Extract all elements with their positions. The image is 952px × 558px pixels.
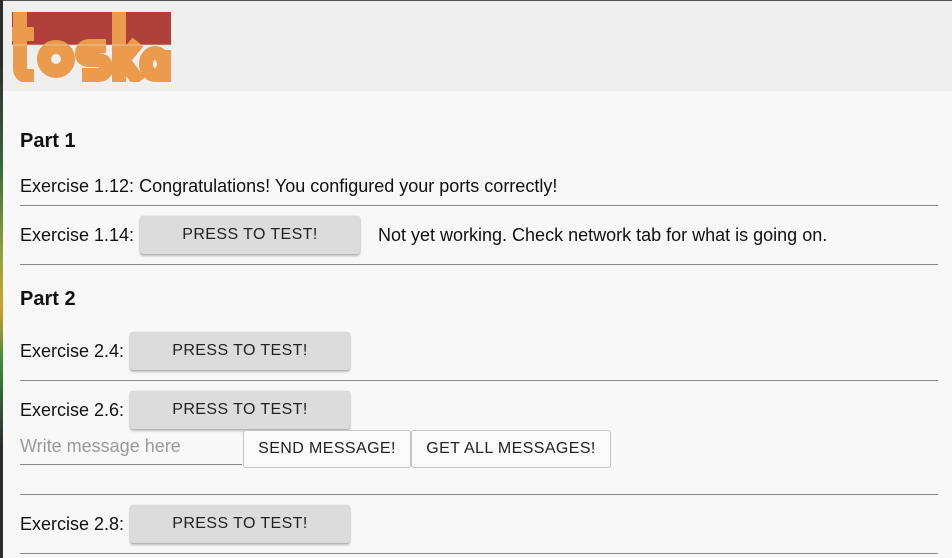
exercise-2-8-test-button[interactable]: PRESS TO TEST! (130, 505, 350, 543)
exercise-1-12-status: Congratulations! You configured your por… (139, 176, 558, 196)
toska-logo[interactable]: toska (12, 12, 171, 82)
exercise-2-8-label: Exercise 2.8: (20, 514, 125, 534)
divider (20, 553, 938, 554)
exercise-2-6-test-button[interactable]: PRESS TO TEST! (130, 391, 350, 429)
divider (20, 494, 938, 495)
exercise-2-4-label: Exercise 2.4: (20, 341, 125, 361)
exercise-1-12-label: Exercise 1.12: (20, 176, 135, 196)
exercise-1-14-test-button[interactable]: PRESS TO TEST! (140, 216, 360, 254)
part1-title: Part 1 (20, 130, 76, 152)
divider (20, 380, 938, 381)
divider (20, 205, 938, 206)
get-all-messages-button[interactable]: GET ALL MESSAGES! (411, 430, 611, 468)
app-window: toska (0, 0, 952, 558)
exercise-2-4-test-button[interactable]: PRESS TO TEST! (130, 332, 350, 370)
message-input[interactable] (20, 428, 242, 465)
exercise-1-12-row: Exercise 1.12: Congratulations! You conf… (20, 176, 557, 197)
exercise-1-14-label: Exercise 1.14: (20, 225, 135, 245)
exercise-1-14-status: Not yet working. Check network tab for w… (378, 225, 828, 245)
part2-title: Part 2 (20, 288, 76, 310)
header-bar: toska (3, 0, 952, 91)
send-message-button[interactable]: SEND MESSAGE! (243, 430, 411, 468)
exercise-2-6-label: Exercise 2.6: (20, 400, 125, 420)
divider (20, 264, 938, 265)
